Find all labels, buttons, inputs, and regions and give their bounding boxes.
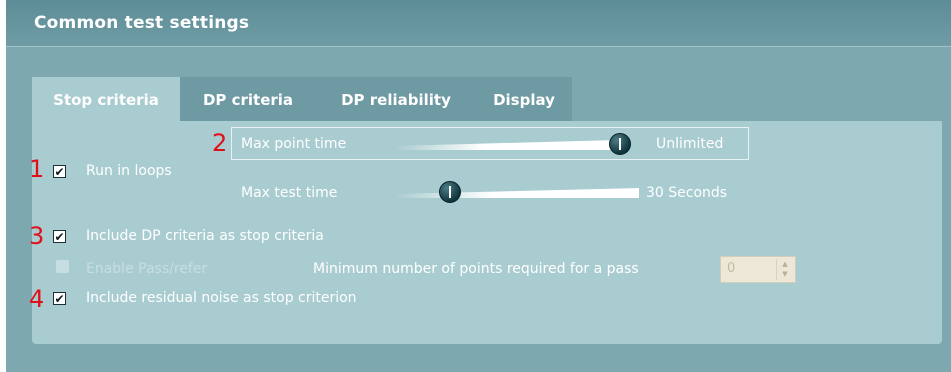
- stepper-up-icon[interactable]: ▲: [777, 259, 793, 270]
- title-bar: Common test settings: [6, 0, 951, 47]
- settings-panel: Common test settings Stop criteria DP cr…: [6, 0, 951, 372]
- annotation-marker-4: 4: [29, 285, 45, 313]
- tab-display[interactable]: Display: [476, 77, 572, 122]
- max-test-time-slider-handle[interactable]: [439, 181, 461, 203]
- tab-label: Display: [493, 90, 555, 109]
- tab-dp-reliability[interactable]: DP reliability: [316, 77, 476, 122]
- min-points-stepper[interactable]: 0 ▲ ▼: [720, 256, 796, 283]
- include-residual-noise-checkbox[interactable]: ✔: [53, 292, 66, 305]
- panel-title: Common test settings: [34, 13, 250, 33]
- include-residual-noise-label: Include residual noise as stop criterion: [86, 290, 357, 306]
- max-test-time-value: 30 Seconds: [646, 185, 728, 201]
- enable-pass-refer-label: Enable Pass/refer: [86, 261, 208, 277]
- max-point-time-value: Unlimited: [656, 136, 724, 152]
- stepper-buttons: ▲ ▼: [776, 259, 793, 280]
- annotation-marker-1: 1: [29, 155, 45, 183]
- checkmark-icon: ✔: [54, 291, 65, 306]
- min-points-label: Minimum number of points required for a …: [313, 261, 639, 277]
- run-in-loops-label: Run in loops: [86, 163, 172, 179]
- include-dp-criteria-checkbox[interactable]: ✔: [53, 230, 66, 243]
- max-point-time-label: Max point time: [241, 136, 347, 152]
- tab-label: DP reliability: [341, 90, 451, 109]
- checkmark-icon: ✔: [54, 229, 65, 244]
- tab-dp-criteria[interactable]: DP criteria: [180, 77, 316, 122]
- max-test-time-label: Max test time: [241, 185, 338, 201]
- max-point-time-slider-handle[interactable]: [609, 133, 631, 155]
- include-dp-criteria-label: Include DP criteria as stop criteria: [86, 228, 324, 244]
- min-points-value: 0: [727, 261, 736, 276]
- tab-stop-criteria[interactable]: Stop criteria: [32, 77, 180, 122]
- stepper-down-icon[interactable]: ▼: [777, 270, 793, 281]
- tab-label: Stop criteria: [53, 90, 159, 109]
- annotation-marker-3: 3: [29, 222, 45, 250]
- checkmark-icon: ✔: [54, 164, 65, 179]
- annotation-marker-2: 2: [212, 129, 228, 157]
- run-in-loops-checkbox[interactable]: ✔: [53, 165, 66, 178]
- tab-label: DP criteria: [202, 90, 294, 109]
- enable-pass-refer-checkbox[interactable]: [56, 260, 69, 273]
